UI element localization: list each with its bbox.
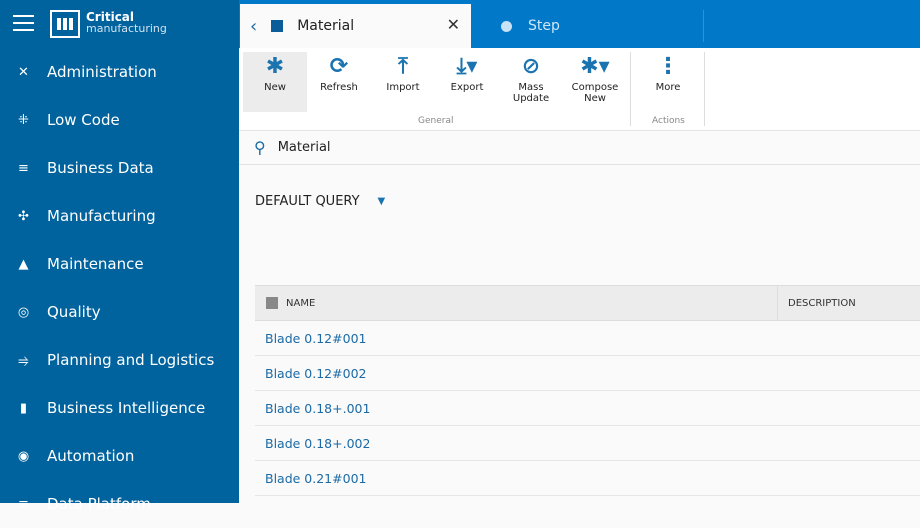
query-label: DEFAULT QUERY xyxy=(255,194,360,209)
button-label: Refresh xyxy=(320,82,358,93)
button-label: Export xyxy=(450,82,484,93)
query-dropdown[interactable]: DEFAULT QUERY ▼ xyxy=(255,194,385,209)
materials-table: NAME DESCRIPTION Blade 0.12#001 Blade 0.1… xyxy=(255,285,920,496)
search-value: Material xyxy=(277,140,331,155)
row-name-link[interactable]: Blade 0.12#002 xyxy=(265,366,366,381)
refresh-icon: ⟳ xyxy=(329,54,349,79)
mass-update-icon: ⊘ xyxy=(521,54,541,79)
entity-icon xyxy=(271,20,284,32)
group-actions-label: Actions xyxy=(652,116,685,126)
nav-icon: ≡ xyxy=(18,496,29,512)
row-name-link[interactable]: Blade 0.12#001 xyxy=(265,331,366,346)
row-name-link[interactable]: Blade 0.18+.002 xyxy=(265,436,370,451)
sidebar-item-low-code[interactable]: ⁜ Low Code xyxy=(0,96,239,144)
nav-icon: ✕ xyxy=(18,64,29,80)
divider xyxy=(630,52,631,126)
sidebar-item-label: Quality xyxy=(47,303,101,321)
sidebar-item-label: Low Code xyxy=(47,111,120,129)
sidebar-item-maintenance[interactable]: ▲ Maintenance xyxy=(0,240,239,288)
column-name[interactable]: NAME xyxy=(286,298,315,309)
tab-bar: ‹ Material ✕ Step xyxy=(239,0,920,48)
sidebar-item-label: Maintenance xyxy=(47,255,144,273)
sidebar-item-manufacturing[interactable]: ✣ Manufacturing xyxy=(0,192,239,240)
sidebar-item-administration[interactable]: ✕ Administration xyxy=(0,48,239,96)
menu-icon[interactable] xyxy=(13,15,34,31)
tab-step[interactable]: Step xyxy=(501,4,560,48)
column-description[interactable]: DESCRIPTION xyxy=(778,298,856,309)
dot-icon xyxy=(501,20,512,32)
nav-icon: ◉ xyxy=(17,448,30,464)
search-icon: ⚲ xyxy=(254,138,266,157)
sidebar-nav: ✕ Administration ⁜ Low Code ≡ Business Data ✣ M… xyxy=(0,48,239,528)
nav-icon: ⥤ xyxy=(18,352,29,368)
export-button[interactable]: ⤓▾ Export xyxy=(435,52,499,112)
table-row[interactable]: Blade 0.21#001 xyxy=(255,461,920,496)
sidebar-item-business-intelligence[interactable]: ▮ Business Intelligence xyxy=(0,384,239,432)
nav-icon: ▮ xyxy=(19,400,28,416)
export-icon: ⤓▾ xyxy=(456,54,478,79)
row-name-link[interactable]: Blade 0.21#001 xyxy=(265,471,366,486)
table-row[interactable]: Blade 0.18+.002 xyxy=(255,426,920,461)
compose-new-button[interactable]: ✱▾ Compose New xyxy=(563,52,627,112)
group-general-label: General xyxy=(418,116,454,126)
button-label: New xyxy=(264,82,286,93)
nav-icon: ▲ xyxy=(18,256,29,272)
select-all-checkbox[interactable] xyxy=(266,297,278,309)
nav-icon: ≡ xyxy=(18,160,29,176)
close-icon[interactable]: ✕ xyxy=(447,15,460,34)
table-row[interactable]: Blade 0.12#001 xyxy=(255,321,920,356)
button-label: Import xyxy=(386,82,420,93)
sidebar-item-planning-and-logistics[interactable]: ⥤ Planning and Logistics xyxy=(0,336,239,384)
sidebar: Critical manufacturing ✕ Administration ⁜ L… xyxy=(0,0,239,513)
ribbon: ✱ New ⟳ Refresh ⤒ Import ⤓▾ Export ⊘ Mass Update ✱… xyxy=(239,48,920,130)
logo-icon xyxy=(50,10,80,38)
nav-icon: ⁜ xyxy=(18,112,29,128)
search-bar[interactable]: ⚲ Material xyxy=(239,130,920,165)
tab-material[interactable]: ‹ Material ✕ xyxy=(240,4,471,48)
more-button[interactable]: ⋮ More xyxy=(636,52,700,112)
sidebar-item-quality[interactable]: ◎ Quality xyxy=(0,288,239,336)
sidebar-item-label: Data Platform xyxy=(47,495,151,513)
sidebar-item-automation[interactable]: ◉ Automation xyxy=(0,432,239,480)
divider xyxy=(704,52,705,126)
row-name-link[interactable]: Blade 0.18+.001 xyxy=(265,401,370,416)
nav-icon: ◎ xyxy=(17,304,30,320)
button-label: Compose New xyxy=(571,82,619,104)
divider xyxy=(703,10,704,42)
brand-line2: manufacturing xyxy=(86,22,167,35)
caret-down-icon: ▼ xyxy=(377,196,386,207)
sidebar-item-label: Automation xyxy=(47,447,135,465)
button-label: Mass Update xyxy=(512,82,550,104)
new-button[interactable]: ✱ New xyxy=(243,52,307,112)
compose-new-icon: ✱▾ xyxy=(580,54,610,79)
brand: Critical manufacturing xyxy=(86,11,167,35)
back-icon[interactable]: ‹ xyxy=(250,16,257,37)
import-icon: ⤒ xyxy=(398,54,408,79)
nav-icon: ✣ xyxy=(18,208,29,224)
sidebar-item-label: Planning and Logistics xyxy=(47,351,215,369)
sidebar-item-label: Administration xyxy=(47,63,157,81)
sidebar-item-data-platform[interactable]: ≡ Data Platform xyxy=(0,480,239,528)
sidebar-item-business-data[interactable]: ≡ Business Data xyxy=(0,144,239,192)
refresh-button[interactable]: ⟳ Refresh xyxy=(307,52,371,112)
table-row[interactable]: Blade 0.12#002 xyxy=(255,356,920,391)
sidebar-item-label: Business Intelligence xyxy=(47,399,206,417)
tab-step-label: Step xyxy=(528,18,560,34)
table-header: NAME DESCRIPTION xyxy=(255,285,920,321)
button-label: More xyxy=(655,82,681,93)
more-icon: ⋮ xyxy=(657,54,679,79)
sidebar-item-label: Manufacturing xyxy=(47,207,156,225)
tab-title: Material xyxy=(297,18,355,34)
sidebar-item-label: Business Data xyxy=(47,159,154,177)
mass-update-button[interactable]: ⊘ Mass Update xyxy=(499,52,563,112)
new-icon: ✱ xyxy=(265,54,285,79)
table-row[interactable]: Blade 0.18+.001 xyxy=(255,391,920,426)
import-button[interactable]: ⤒ Import xyxy=(371,52,435,112)
